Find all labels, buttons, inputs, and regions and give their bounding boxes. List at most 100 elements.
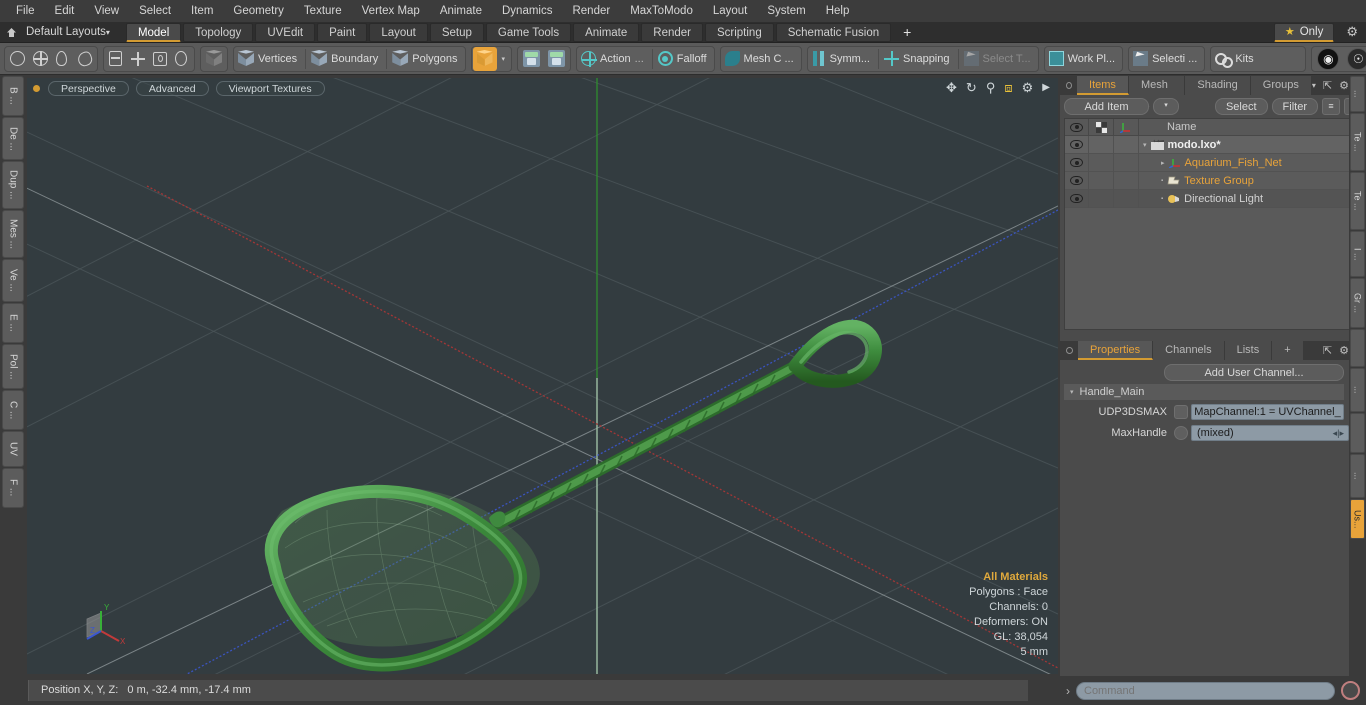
gear-icon[interactable]: ⚙ — [1339, 79, 1349, 92]
ellipse-icon[interactable] — [171, 47, 193, 71]
fit-icon[interactable]: ⧈ — [1004, 81, 1012, 94]
left-tab-polygon[interactable]: Pol ... — [2, 344, 24, 389]
menu-item-vertex-map[interactable]: Vertex Map — [352, 0, 430, 22]
tab-shading[interactable]: Shading — [1185, 76, 1251, 95]
modo-app-icon[interactable]: ◉ — [1313, 47, 1343, 71]
menu-item-edit[interactable]: Edit — [45, 0, 85, 22]
table-row[interactable]: ▪ Directional Light — [1065, 189, 1361, 208]
square-icon[interactable] — [149, 47, 171, 71]
menu-item-dynamics[interactable]: Dynamics — [492, 0, 562, 22]
row-visibility-toggle[interactable] — [1065, 153, 1089, 172]
cube-orange-icon[interactable] — [472, 46, 497, 71]
polygons-mode-button[interactable]: Polygons — [389, 47, 463, 71]
tab-lists[interactable]: Lists — [1224, 341, 1273, 360]
right-tab-items[interactable]: I ... — [1350, 231, 1365, 277]
tab-groups[interactable]: Groups — [1250, 76, 1312, 95]
list-view-icon[interactable]: ≡ — [1322, 97, 1340, 115]
row-render-toggle[interactable] — [1089, 189, 1114, 208]
stepper-arrows-icon[interactable]: ◂|▸ — [1333, 428, 1344, 439]
row-deform-toggle[interactable] — [1114, 171, 1139, 190]
command-input[interactable] — [1076, 681, 1335, 700]
menu-item-item[interactable]: Item — [181, 0, 223, 22]
menu-item-maxtomodo[interactable]: MaxToModo — [620, 0, 703, 22]
select-through-button[interactable]: Select T... — [961, 47, 1037, 71]
action-center-button[interactable]: Action ... — [578, 47, 650, 71]
row-visibility-toggle[interactable] — [1065, 135, 1089, 154]
expand-icon[interactable]: ⇱ — [1323, 79, 1332, 92]
row-render-toggle[interactable] — [1089, 135, 1114, 154]
cross-icon[interactable] — [127, 47, 149, 71]
viewport-projection-button[interactable]: Perspective — [48, 80, 129, 96]
left-tab-curve[interactable]: C ... — [2, 390, 24, 430]
right-tab-7[interactable] — [1350, 413, 1365, 453]
property-group-header[interactable]: ▾ Handle_Main — [1064, 384, 1344, 400]
menu-item-select[interactable]: Select — [129, 0, 181, 22]
menu-item-system[interactable]: System — [757, 0, 815, 22]
left-tab-vertex[interactable]: Ve ... — [2, 259, 24, 302]
property-toggle[interactable] — [1174, 405, 1188, 419]
row-name-cell[interactable]: ▾ modo.lxo* — [1139, 139, 1361, 151]
udp3dsmax-field[interactable]: MapChannel:1 = UVChannel_ — [1191, 404, 1344, 420]
row-visibility-toggle[interactable] — [1065, 189, 1089, 208]
home-icon[interactable] — [0, 23, 22, 42]
tab-layout[interactable]: Layout — [369, 22, 428, 42]
row-name-cell[interactable]: ▪ Directional Light — [1139, 193, 1361, 205]
add-user-channel-button[interactable]: Add User Channel... — [1164, 364, 1344, 381]
tab-items[interactable]: Items — [1077, 76, 1129, 95]
left-tab-basic[interactable]: B ... — [2, 76, 24, 116]
row-deform-toggle[interactable] — [1114, 189, 1139, 208]
menu-item-animate[interactable]: Animate — [430, 0, 492, 22]
right-tab-texture-1[interactable]: Te ... — [1350, 113, 1365, 171]
row-deform-toggle[interactable] — [1114, 135, 1139, 154]
3d-viewport[interactable]: Perspective Advanced Viewport Textures ✥… — [27, 78, 1058, 674]
left-tab-duplicate[interactable]: Dup ... — [2, 161, 24, 209]
row-visibility-toggle[interactable] — [1065, 171, 1089, 190]
work-plane-button[interactable]: Work Pl... — [1046, 47, 1121, 71]
right-tab-texture-2[interactable]: Te ... — [1350, 172, 1365, 230]
gear-icon[interactable]: ⚙ — [1338, 24, 1366, 40]
row-render-toggle[interactable] — [1089, 153, 1114, 172]
row-render-toggle[interactable] — [1089, 171, 1114, 190]
row-name-cell[interactable]: ▪ Texture Group — [1139, 175, 1361, 187]
circle-icon[interactable] — [6, 47, 29, 71]
lasso-icon[interactable] — [74, 47, 96, 71]
tab-game-tools[interactable]: Game Tools — [485, 22, 572, 42]
menu-item-help[interactable]: Help — [816, 0, 860, 22]
menu-item-texture[interactable]: Texture — [294, 0, 352, 22]
viewport-shading-button[interactable]: Advanced — [135, 80, 209, 96]
rotate-icon[interactable]: ↻ — [966, 81, 977, 94]
add-item-button[interactable]: Add Item — [1064, 97, 1149, 115]
drop-icon[interactable] — [52, 47, 74, 71]
expand-triangle-icon[interactable]: ▸ — [1161, 159, 1165, 167]
view-cube-b-icon[interactable] — [544, 47, 569, 71]
tab-properties[interactable]: Properties — [1078, 341, 1154, 360]
tab-scripting[interactable]: Scripting — [704, 22, 774, 42]
tab-mesh[interactable]: Mesh ... — [1128, 76, 1186, 110]
left-tab-edge[interactable]: E ... — [2, 303, 24, 343]
cube-gray-icon[interactable] — [202, 47, 226, 71]
row-name-cell[interactable]: ▸ Aquarium_Fish_Net — [1139, 157, 1361, 169]
table-row[interactable]: ▪ Texture Group — [1065, 171, 1361, 190]
item-tree[interactable]: Name ▾ modo.lxo* ▸ Aquarium_Fish_Net ▪ T… — [1064, 118, 1362, 330]
expand-triangle-icon[interactable]: ▾ — [1143, 141, 1147, 149]
chevron-down-icon[interactable]: ▾ — [497, 55, 511, 63]
layout-preset-selector[interactable]: Default Layouts▾ — [22, 22, 118, 43]
menu-item-layout[interactable]: Layout — [703, 0, 758, 22]
table-row[interactable]: ▸ Aquarium_Fish_Net — [1065, 153, 1361, 172]
maxhandle-field[interactable]: (mixed) — [1191, 425, 1349, 441]
tab-setup[interactable]: Setup — [429, 22, 484, 42]
only-toggle[interactable]: ★ Only — [1273, 22, 1335, 42]
tab-add[interactable]: + — [1272, 341, 1304, 360]
play-icon[interactable]: ▶ — [1042, 81, 1050, 94]
tab-model[interactable]: Model — [125, 22, 182, 42]
left-tab-fusion[interactable]: F ... — [2, 468, 24, 508]
add-item-dropdown[interactable]: ▾ — [1152, 97, 1179, 115]
tab-channels[interactable]: Channels — [1153, 341, 1225, 360]
gear-icon[interactable]: ⚙ — [1339, 344, 1349, 357]
mesh-constraint-button[interactable]: Mesh C ... — [722, 47, 800, 71]
symmetry-button[interactable]: Symm... — [809, 47, 876, 71]
kits-button[interactable]: Kits — [1212, 47, 1259, 71]
boundary-mode-button[interactable]: Boundary — [308, 47, 384, 71]
add-tab-button[interactable]: + — [893, 23, 921, 42]
right-tab-user[interactable]: Us... — [1350, 499, 1365, 539]
